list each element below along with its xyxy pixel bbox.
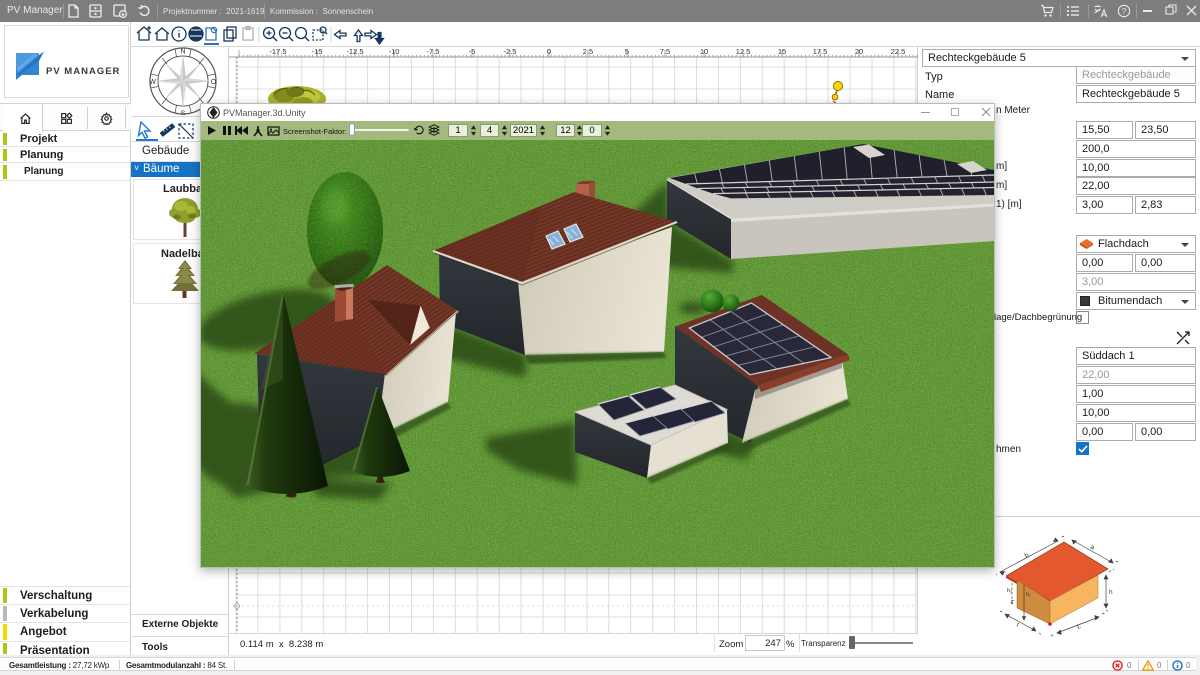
svg-text:0: 0 (547, 47, 551, 56)
svg-text:10: 10 (700, 47, 708, 56)
svg-text:-5: -5 (469, 47, 476, 56)
svg-text:N: N (180, 48, 185, 55)
svg-text:12.5: 12.5 (736, 47, 751, 56)
svg-text:17.5: 17.5 (813, 47, 828, 56)
svg-text:-17.5: -17.5 (269, 47, 286, 56)
svg-text:W: W (149, 79, 156, 86)
svg-text:2.5: 2.5 (583, 47, 593, 56)
svg-text:7.5: 7.5 (660, 47, 670, 56)
svg-text:h: h (1109, 589, 1113, 596)
svg-text:h₁: h₁ (1026, 592, 1031, 598)
svg-text:-12.5: -12.5 (346, 47, 363, 56)
svg-text:L: L (1076, 623, 1082, 631)
svg-text:S: S (181, 111, 186, 116)
svg-text:20: 20 (855, 47, 863, 56)
svg-text:-7.5: -7.5 (427, 47, 440, 56)
svg-text:22.5: 22.5 (891, 47, 906, 56)
svg-text:O: O (211, 79, 217, 86)
svg-text:5: 5 (625, 47, 629, 56)
svg-text:-15: -15 (312, 47, 323, 56)
svg-text:15: 15 (778, 47, 786, 56)
svg-text:-10: -10 (389, 47, 400, 56)
svg-text:h₂: h₂ (1007, 588, 1012, 594)
svg-text:t: t (1015, 622, 1020, 629)
svg-text:?: ? (1122, 6, 1127, 16)
svg-text:-2.5: -2.5 (504, 47, 517, 56)
